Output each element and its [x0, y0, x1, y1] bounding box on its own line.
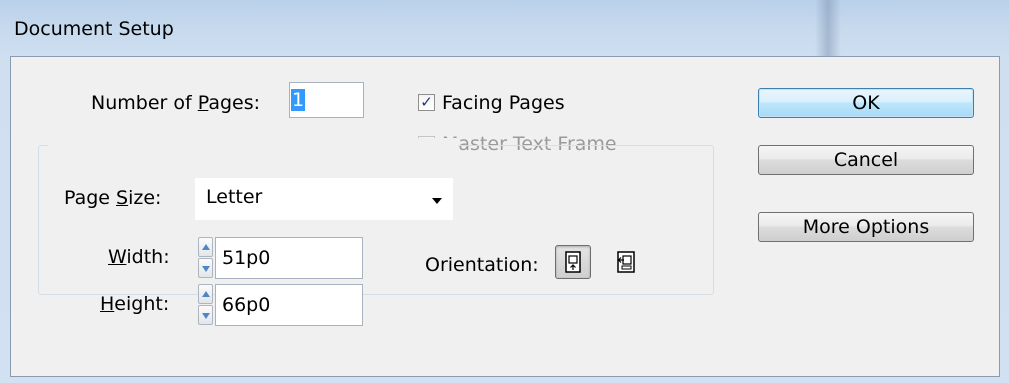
checkmark-icon: ✓ — [420, 93, 433, 111]
more-options-button[interactable]: More Options — [758, 212, 974, 242]
chevron-down-icon — [432, 198, 442, 204]
width-increment-button[interactable] — [198, 237, 213, 257]
facing-pages-checkbox[interactable]: ✓ — [418, 94, 435, 111]
arrow-down-icon — [202, 266, 210, 272]
arrow-up-icon — [202, 291, 210, 297]
width-label: Width: — [108, 246, 170, 268]
facing-pages-label: Facing Pages — [442, 92, 565, 114]
width-decrement-button[interactable] — [198, 258, 213, 278]
number-of-pages-input[interactable]: 1 — [289, 82, 364, 118]
height-input[interactable]: 66p0 — [215, 284, 363, 326]
number-of-pages-label: Number of Pages: — [91, 92, 261, 114]
cancel-button[interactable]: Cancel — [758, 145, 974, 175]
width-spinner[interactable] — [198, 237, 213, 279]
portrait-orientation-button[interactable] — [555, 245, 591, 279]
height-decrement-button[interactable] — [198, 305, 213, 325]
arrow-down-icon — [202, 313, 210, 319]
width-input[interactable]: 51p0 — [215, 237, 363, 279]
height-label: Height: — [100, 293, 170, 315]
page-size-dropdown[interactable]: Letter — [195, 178, 453, 220]
landscape-orientation-button[interactable] — [610, 247, 642, 277]
height-increment-button[interactable] — [198, 284, 213, 304]
page-size-label: Page Size: — [64, 187, 162, 209]
landscape-icon — [617, 251, 635, 273]
portrait-icon — [565, 251, 581, 273]
orientation-label: Orientation: — [425, 254, 539, 276]
height-spinner[interactable] — [198, 284, 213, 326]
ok-button[interactable]: OK — [758, 88, 974, 118]
group-label-gap — [48, 138, 458, 154]
number-of-pages-value: 1 — [291, 89, 306, 111]
window-title: Document Setup — [14, 18, 174, 40]
document-setup-window: Document Setup Number of Pages: 1 ✓ Faci… — [0, 0, 1009, 383]
arrow-up-icon — [202, 244, 210, 250]
page-size-value: Letter — [206, 186, 263, 208]
